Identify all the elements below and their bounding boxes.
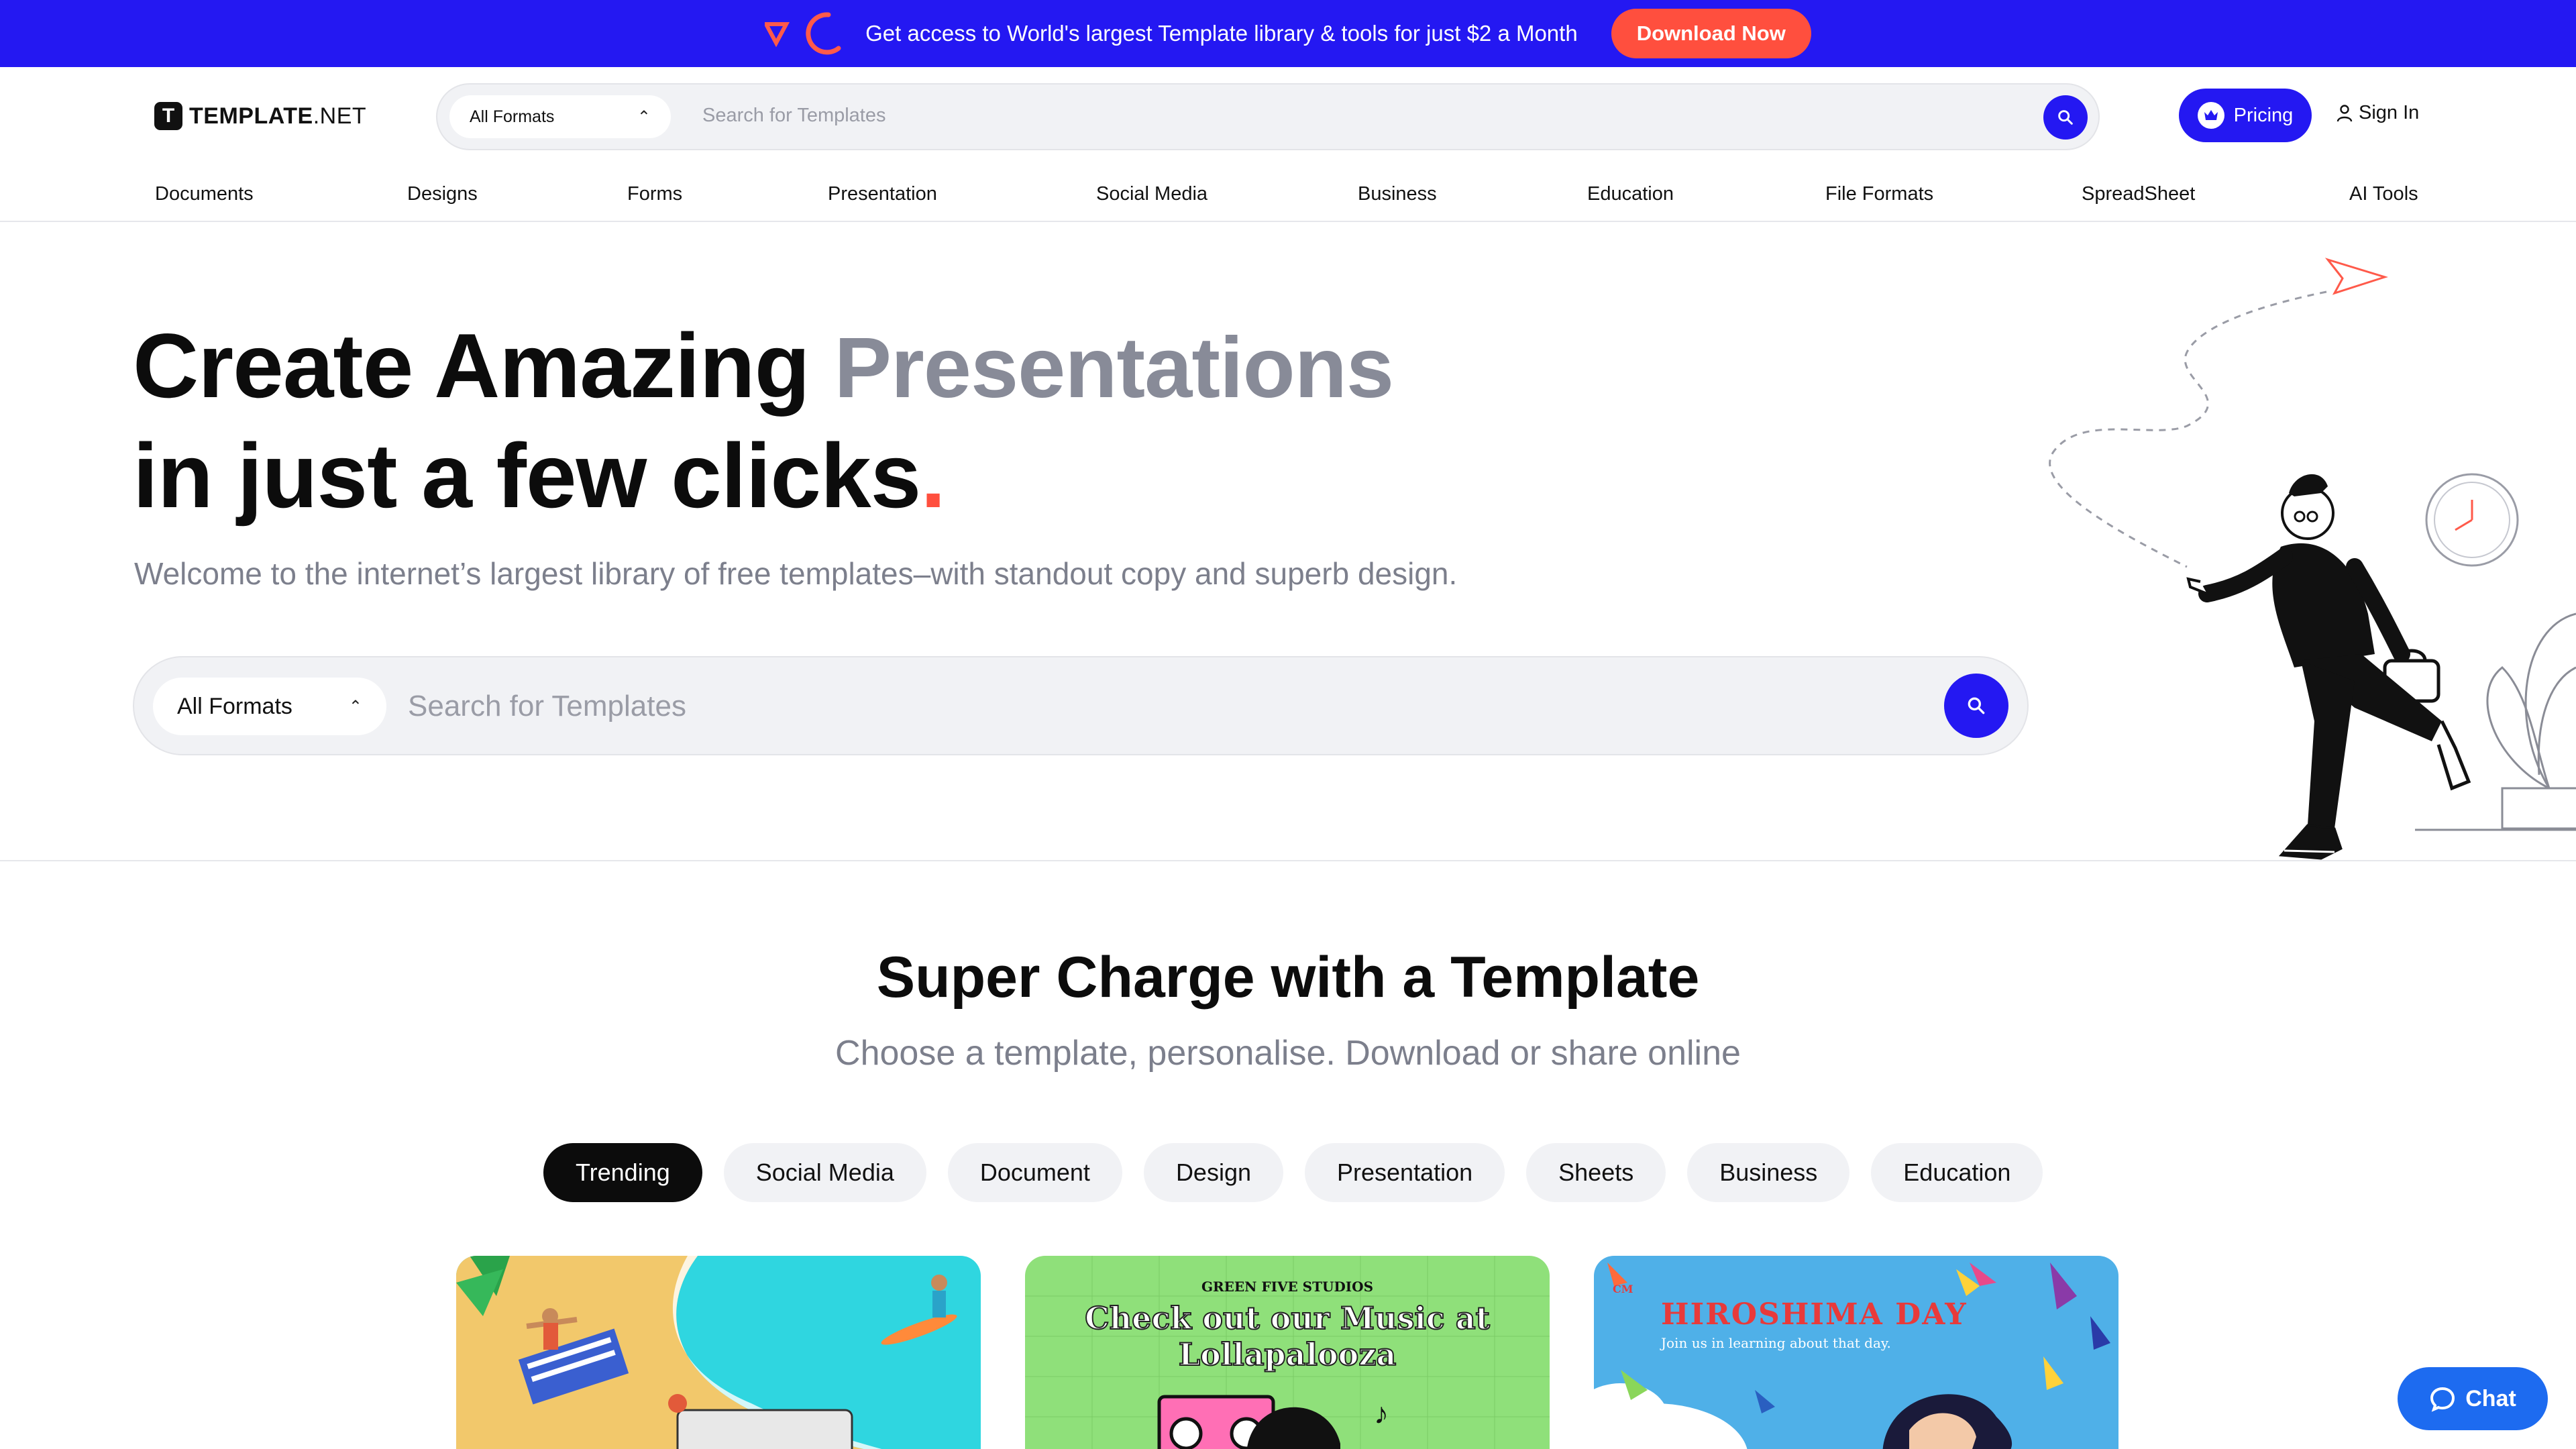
hero-title-accent: Presentations [834,320,1394,416]
paper-cranes-illustration [1594,1263,2110,1449]
tab-social-media[interactable]: Social Media [723,1143,926,1202]
beach-illustration [456,1256,957,1449]
card-music-headline: Check out our Music at Lollapalooza [1025,1299,1550,1373]
nav-presentation[interactable]: Presentation [828,183,937,205]
promo-text: Get access to World's largest Template l… [865,21,1578,46]
search-icon [1968,697,1985,714]
header-search-button[interactable] [2043,95,2088,140]
download-now-button[interactable]: Download Now [1611,9,1811,58]
logo-icon: T [154,102,182,130]
section-subtitle: Choose a template, personalise. Download… [835,1034,1741,1073]
hero-title-line2: in just a few clicks [133,425,921,527]
hero-format-select[interactable]: All Formats ⌃ [153,678,386,735]
hero-title-line1: Create Amazing [133,315,810,417]
category-nav: Documents Designs Forms Presentation Soc… [0,178,2576,222]
template-card-beach[interactable] [456,1256,981,1449]
logo-text-bold: TEMPLATE [189,103,313,129]
chevron-up-icon: ⌃ [348,697,362,716]
nav-file-formats[interactable]: File Formats [1825,183,1933,205]
hero-format-label: All Formats [177,693,292,719]
template-card-music[interactable]: ♪ GREEN FIVE STUDIOS Check out our Music… [1025,1256,1550,1449]
clock-icon [2425,473,2519,567]
hero-search-bar: All Formats ⌃ Search for Templates [133,656,2029,755]
hero-search-button[interactable] [1944,674,2008,738]
card-hiroshima-title: HIROSHIMA DAY [1661,1297,1968,1332]
nav-designs[interactable]: Designs [407,183,478,205]
nav-ai-tools[interactable]: AI Tools [2349,183,2418,205]
sign-in-label: Sign In [2359,102,2420,123]
header-format-select[interactable]: All Formats ⌃ [449,95,671,138]
template-card-hiroshima[interactable]: CM HIROSHIMA DAY Join us in learning abo… [1594,1256,2118,1449]
promo-banner: Get access to World's largest Template l… [0,0,2576,67]
nav-forms[interactable]: Forms [627,183,682,205]
search-icon [2058,110,2073,125]
tab-education[interactable]: Education [1871,1143,2043,1202]
sign-in-link[interactable]: Sign In [2336,102,2419,124]
hero-title: Create Amazing Presentations in just a f… [133,312,1394,529]
pricing-label: Pricing [2233,104,2294,126]
card-badge: CM [1613,1283,1633,1295]
card-music-headline-line2: Lollapalooza [1178,1336,1397,1373]
logo-text-light: .NET [313,103,367,129]
tab-design[interactable]: Design [1143,1143,1283,1202]
header-search-bar: All Formats ⌃ Search for Templates [436,83,2100,150]
svg-text:♪: ♪ [1374,1397,1389,1430]
site-header: T TEMPLATE.NET All Formats ⌃ Search for … [0,67,2576,154]
section-title: Super Charge with a Template [876,945,1700,1010]
logo-text: TEMPLATE.NET [189,103,366,129]
tab-presentation[interactable]: Presentation [1305,1143,1505,1202]
nav-social-media[interactable]: Social Media [1096,183,1208,205]
paper-plane-icon [2324,258,2389,295]
chat-bubble-icon [2430,1387,2455,1412]
hero-title-dot: . [920,425,946,527]
tab-document[interactable]: Document [947,1143,1122,1202]
hero-subtitle: Welcome to the internet’s largest librar… [134,556,1458,591]
chevron-up-icon: ⌃ [637,107,651,126]
site-logo[interactable]: T TEMPLATE.NET [154,102,366,130]
hero-search-input[interactable]: Search for Templates [408,690,686,723]
card-music-headline-line1: Check out our Music at [1084,1299,1491,1337]
chat-label: Chat [2465,1385,2516,1411]
tab-sheets[interactable]: Sheets [1526,1143,1666,1202]
chat-button[interactable]: Chat [2398,1367,2548,1430]
nav-business[interactable]: Business [1358,183,1437,205]
header-format-label: All Formats [470,107,555,126]
tab-business[interactable]: Business [1687,1143,1850,1202]
hero-divider [0,860,2576,861]
header-search-input[interactable]: Search for Templates [702,105,886,127]
nav-documents[interactable]: Documents [155,183,254,205]
template-tabs: Trending Social Media Document Design Pr… [543,1143,2043,1202]
tab-trending[interactable]: Trending [543,1143,702,1202]
card-hiroshima-subtitle: Join us in learning about that day. [1661,1335,1891,1351]
user-icon [2337,104,2353,121]
promo-logo-icon [763,0,852,67]
nav-education[interactable]: Education [1587,183,1674,205]
running-person-illustration [2186,474,2471,860]
card-studio-name: GREEN FIVE STUDIOS [1201,1279,1374,1295]
hero-illustration [2039,252,2576,862]
nav-spreadsheet[interactable]: SpreadSheet [2082,183,2195,205]
crown-icon [2197,102,2224,129]
pricing-button[interactable]: Pricing [2179,89,2312,142]
